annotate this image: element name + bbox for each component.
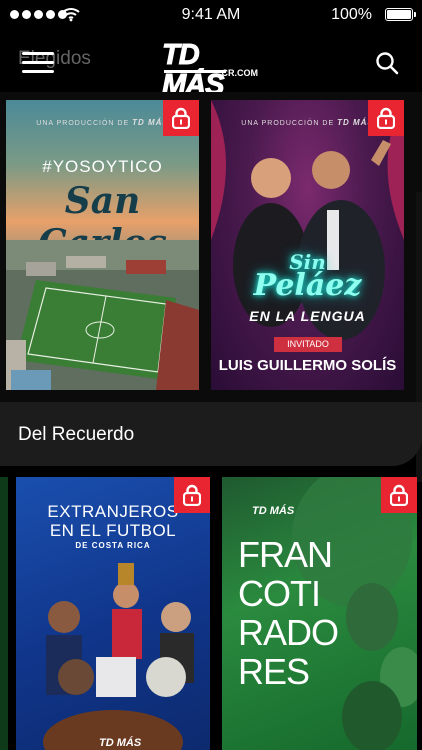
elegidos-carousel[interactable]: UNA PRODUCCIÓN DE TD MÁS #YOSOYTICO San …	[0, 92, 422, 482]
lock-badge	[381, 477, 417, 513]
lock-badge	[163, 100, 199, 136]
lock-icon	[172, 107, 190, 129]
lock-badge	[174, 477, 210, 513]
poster-subtitle: EN LA LENGUA	[249, 308, 366, 324]
lock-icon	[390, 484, 408, 506]
poster-card-san-carlos[interactable]: UNA PRODUCCIÓN DE TD MÁS #YOSOYTICO San …	[6, 100, 199, 390]
poster-title-line2: Peláez	[253, 268, 362, 303]
logo-underline	[164, 70, 226, 73]
logo-subtext: CR.COM	[221, 68, 259, 78]
lock-icon	[183, 484, 201, 506]
brand-watermark: TD MÁS	[99, 737, 142, 749]
poster-hashtag: #YOSOYTICO	[42, 157, 163, 176]
lock-badge	[368, 100, 404, 136]
status-bar: 9:41 AM 100%	[0, 0, 422, 30]
players-collage-image	[43, 563, 194, 750]
lock-icon	[377, 107, 395, 129]
poster-subtitle: DE COSTA RICA	[75, 541, 151, 550]
section-title: Del Recuerdo	[18, 424, 135, 445]
battery-icon	[385, 8, 416, 21]
search-icon[interactable]	[374, 50, 400, 76]
guest-badge: INVITADO	[274, 337, 342, 352]
poster-card-sin-pelaez[interactable]: UNA PRODUCCIÓN DE TD MÁS Sin Peláez EN L…	[211, 100, 404, 390]
app-header: Elegidos TD MÁS CR.COM	[0, 30, 422, 101]
section-header: Del Recuerdo	[0, 402, 422, 466]
app-logo: TD MÁS CR.COM	[162, 40, 262, 101]
hamburger-menu-icon[interactable]	[22, 50, 56, 76]
poster-title: FRAN COTI RADO RES	[238, 534, 339, 692]
stadium-aerial-image	[6, 240, 199, 390]
brand-logo: TD MÁS	[252, 505, 295, 517]
poster-card-francotiradores[interactable]: TD MÁS FRAN COTI RADO RES	[222, 477, 417, 750]
guest-name: LUIS GUILLERMO SOLÍS	[218, 357, 397, 374]
previous-card-peek	[0, 477, 8, 750]
poster-card-extranjeros[interactable]: EXTRANJEROS EN EL FUTBOL DE COSTA RICA TD…	[16, 477, 210, 750]
battery-percentage: 100%	[331, 6, 372, 23]
